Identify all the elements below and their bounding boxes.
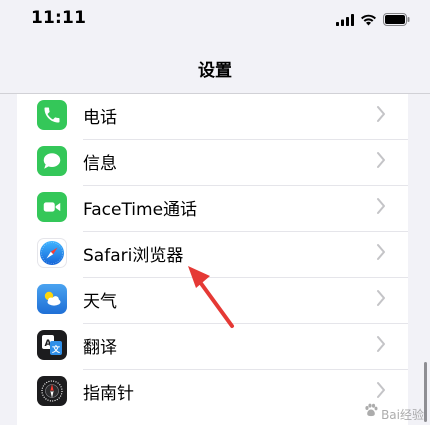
chevron-right-icon (376, 243, 386, 261)
translate-icon: A 文 (37, 330, 67, 360)
watermark-text: Bai经验 (381, 408, 424, 422)
cellular-signal-icon (336, 11, 354, 30)
settings-item-label: 信息 (83, 154, 117, 174)
settings-item-label: FaceTime通话 (83, 200, 198, 220)
settings-item-compass[interactable]: 指南针 (17, 370, 408, 416)
svg-text:文: 文 (52, 344, 61, 354)
settings-item-phone[interactable]: 电话 (17, 94, 408, 140)
status-icons (336, 11, 410, 30)
chevron-right-icon (376, 289, 386, 307)
settings-item-label: 天气 (83, 292, 117, 312)
settings-item-label: 翻译 (83, 338, 117, 358)
weather-icon (37, 284, 67, 314)
chevron-right-icon (376, 381, 386, 399)
settings-list: 电话 信息 FaceTime通话 Safari浏览器 天气 A 文 翻译 指南针 (17, 94, 408, 425)
phone-icon (37, 100, 67, 130)
messages-icon (37, 146, 67, 176)
settings-item-label: Safari浏览器 (83, 246, 184, 266)
paw-logo-icon (364, 402, 378, 421)
chevron-right-icon (376, 151, 386, 169)
page-title: 设置 (198, 61, 232, 81)
scroll-indicator[interactable] (424, 362, 427, 422)
settings-item-label: 电话 (83, 108, 117, 128)
settings-item-messages[interactable]: 信息 (17, 140, 408, 186)
watermark: Bai经验 (364, 402, 424, 421)
safari-icon (37, 238, 67, 268)
settings-item-facetime[interactable]: FaceTime通话 (17, 186, 408, 232)
battery-icon (383, 11, 410, 30)
status-time: 11:11 (31, 8, 87, 28)
red-arrow-annotation-icon (180, 262, 240, 336)
facetime-icon (37, 192, 67, 222)
settings-item-label: 指南针 (83, 384, 134, 404)
status-bar: 11:11 (0, 0, 430, 40)
wifi-icon (360, 11, 377, 30)
compass-icon (37, 376, 67, 406)
settings-screen: 11:11 设置 电话 信息 FaceTime通话 Safari浏览器 天气 A… (0, 0, 430, 425)
chevron-right-icon (376, 105, 386, 123)
chevron-right-icon (376, 197, 386, 215)
chevron-right-icon (376, 335, 386, 353)
